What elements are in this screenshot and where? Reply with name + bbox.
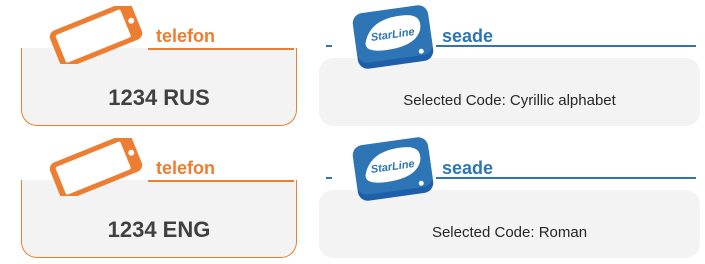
device-underline xyxy=(436,45,696,47)
phone-underline xyxy=(148,180,294,182)
phone-label: telefon xyxy=(156,26,216,46)
starline-device-icon: StarLine xyxy=(352,137,434,201)
smartphone-icon xyxy=(49,138,143,196)
device-label: seade xyxy=(442,158,494,178)
row-cyrillic: telefon 1234 RUS StarLine seade Selected… xyxy=(0,0,705,132)
phone-code-value: 1234 ENG xyxy=(107,217,211,242)
device-dash xyxy=(326,177,332,179)
device-code-value: Selected Code: Roman xyxy=(431,224,588,241)
starline-device-icon: StarLine xyxy=(352,5,434,69)
device-dash xyxy=(326,45,332,47)
device-underline xyxy=(436,177,696,179)
phone-code-value: 1234 RUS xyxy=(108,85,210,110)
device-label: seade xyxy=(442,26,494,46)
phone-label: telefon xyxy=(156,158,216,178)
phone-underline xyxy=(148,48,294,50)
row-roman: telefon 1234 ENG StarLine seade Selected… xyxy=(0,132,705,264)
smartphone-icon xyxy=(49,6,143,64)
device-code-value: Selected Code: Cyrillic alphabet xyxy=(403,92,616,109)
code-comparison-panel: telefon 1234 RUS StarLine seade Selected… xyxy=(0,0,705,264)
